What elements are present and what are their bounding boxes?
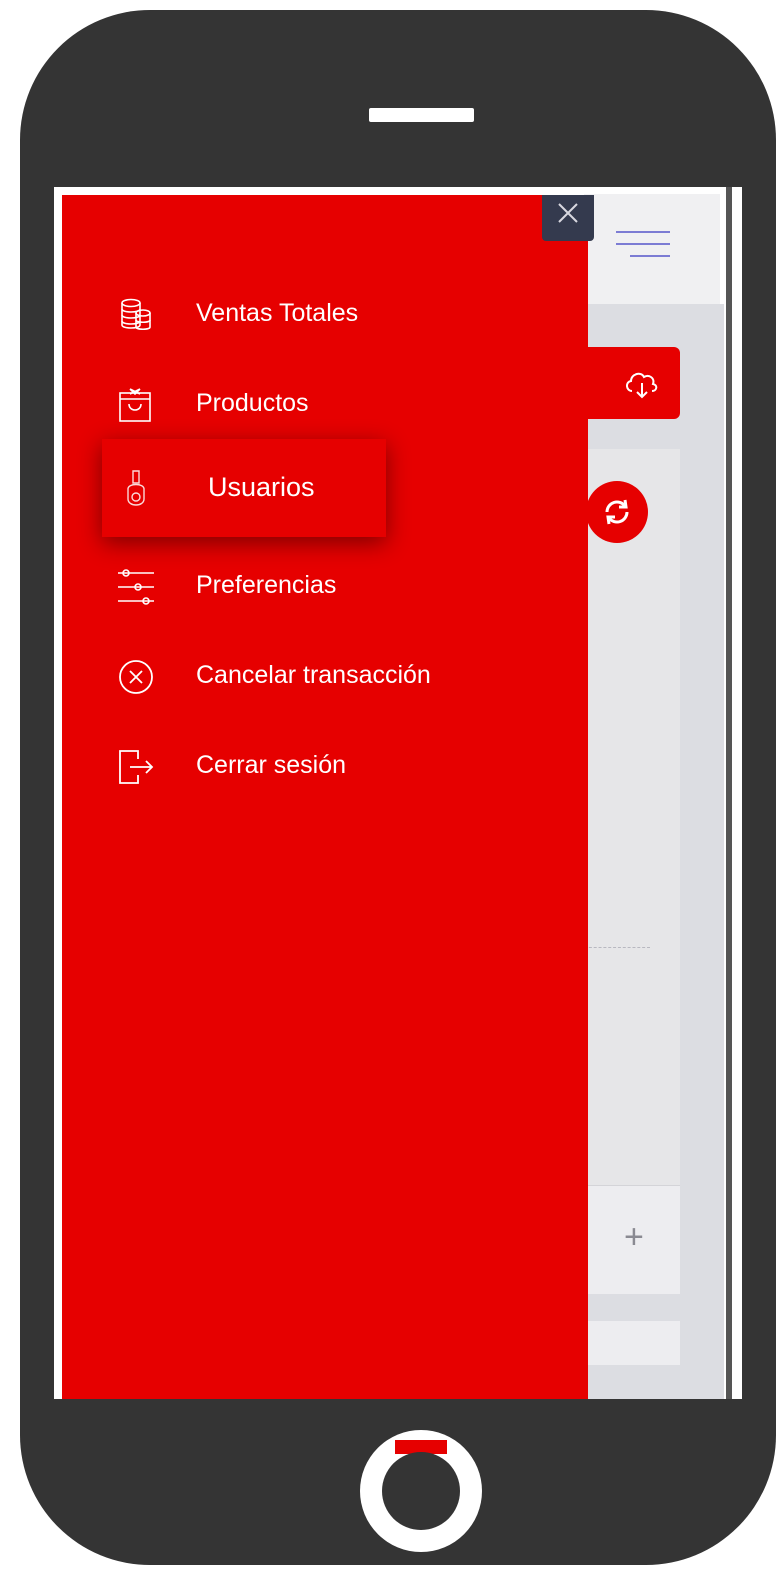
menu-item-label: Productos bbox=[196, 389, 309, 417]
phone-speaker bbox=[369, 108, 474, 122]
menu-item-label: Ventas Totales bbox=[196, 299, 359, 327]
screen: + Ventas Totales Productos Usuarios Pref… bbox=[54, 187, 742, 1399]
cloud-download-button[interactable] bbox=[574, 347, 680, 419]
sliders-icon bbox=[118, 569, 154, 605]
screen-edge bbox=[726, 187, 732, 1399]
coins-icon bbox=[121, 298, 151, 331]
shopping-bag-icon bbox=[119, 388, 151, 422]
refresh-icon bbox=[605, 499, 629, 525]
close-drawer-button[interactable] bbox=[542, 195, 594, 241]
menu-item-productos[interactable]: Productos bbox=[62, 367, 588, 437]
menu-item-usuarios[interactable]: Usuarios bbox=[102, 439, 386, 537]
menu-item-preferencias[interactable]: Preferencias bbox=[62, 549, 588, 619]
content-card bbox=[574, 449, 680, 1189]
side-drawer: Ventas Totales Productos Usuarios Prefer… bbox=[62, 195, 594, 1399]
cancel-circle-icon bbox=[119, 660, 153, 694]
menu-item-cerrar-sesion[interactable]: Cerrar sesión bbox=[62, 729, 588, 799]
hamburger-menu-icon[interactable] bbox=[614, 227, 670, 267]
add-row[interactable]: + bbox=[574, 1185, 680, 1294]
menu-item-label: Cancelar transacción bbox=[196, 661, 431, 689]
logout-icon bbox=[119, 750, 154, 784]
menu-item-label: Preferencias bbox=[196, 571, 337, 599]
menu-item-label: Cerrar sesión bbox=[196, 751, 347, 779]
menu-item-label: Usuarios bbox=[208, 472, 315, 502]
cloud-download-icon bbox=[626, 372, 658, 399]
close-icon bbox=[558, 203, 578, 223]
list-row bbox=[574, 1321, 680, 1365]
divider bbox=[584, 947, 650, 948]
user-icon bbox=[127, 470, 145, 506]
refresh-button[interactable] bbox=[586, 481, 648, 543]
home-button-inner bbox=[382, 1452, 460, 1530]
home-button[interactable] bbox=[360, 1430, 482, 1552]
menu-item-cancelar-transaccion[interactable]: Cancelar transacción bbox=[62, 639, 588, 709]
menu-item-ventas-totales[interactable]: Ventas Totales bbox=[62, 277, 588, 347]
plus-icon: + bbox=[624, 1218, 644, 1256]
